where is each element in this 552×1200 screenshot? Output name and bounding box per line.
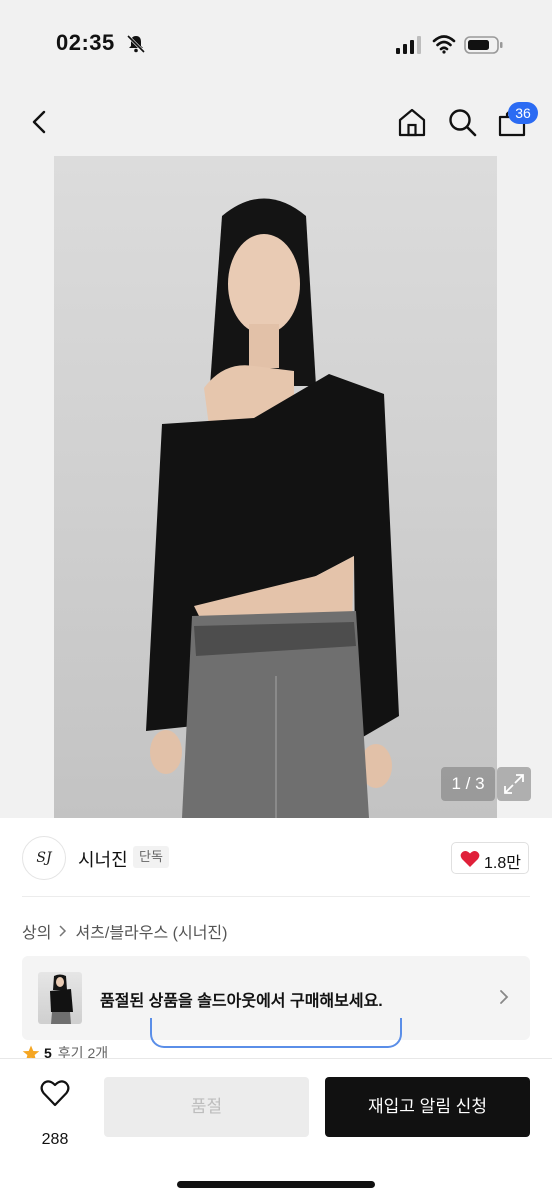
like-button[interactable]: 1.8만 — [451, 842, 529, 874]
signal-icon — [396, 36, 421, 54]
product-thumbnail — [38, 972, 82, 1024]
product-gallery[interactable] — [0, 156, 552, 818]
wishlist-count: 288 — [41, 1131, 69, 1148]
bell-slash-icon — [126, 34, 146, 54]
restock-alert-button[interactable]: 재입고 알림 신청 — [325, 1077, 530, 1137]
chevron-right-icon — [500, 990, 509, 1004]
brand-name[interactable]: 시너진 — [78, 846, 128, 872]
heart-filled-icon — [460, 851, 480, 867]
chevron-left-icon[interactable] — [24, 106, 56, 138]
status-time: 02:35 — [56, 30, 115, 55]
search-icon[interactable] — [446, 106, 478, 138]
breadcrumb-category[interactable]: 상의 — [22, 919, 51, 943]
exclusive-badge: 단독 — [133, 846, 169, 868]
soldout-banner-text: 품절된 상품을 솔드아웃에서 구매해보세요. — [100, 993, 383, 1010]
breadcrumb-subcategory[interactable]: 셔츠/블라우스 (시너진) — [75, 919, 227, 943]
brand-row: SJ 시너진 단독 1.8만 — [0, 830, 552, 886]
top-nav-bar — [0, 90, 552, 156]
breadcrumb: 상의 셔츠/블라우스 (시너진) — [22, 920, 227, 942]
bottom-action-bar: 288 품절 재입고 알림 신청 — [0, 1058, 552, 1200]
battery-icon — [464, 36, 503, 54]
heart-outline-icon — [40, 1080, 70, 1107]
tooltip-outline — [150, 1018, 402, 1048]
cart-count-badge: 36 — [508, 102, 538, 124]
like-count: 1.8만 — [484, 855, 521, 872]
divider — [22, 896, 530, 897]
image-page-counter: 1 / 3 — [441, 767, 495, 801]
soldout-button: 품절 — [104, 1077, 309, 1137]
wishlist-button[interactable]: 288 — [24, 1077, 86, 1148]
chevron-right-icon — [59, 925, 67, 937]
status-bar: 02:35 — [0, 0, 552, 90]
brand-logo[interactable]: SJ — [22, 836, 66, 880]
home-icon[interactable] — [396, 106, 428, 138]
home-indicator — [177, 1181, 375, 1188]
product-image[interactable] — [54, 156, 497, 818]
wifi-icon — [432, 35, 456, 54]
expand-icon[interactable] — [497, 767, 531, 801]
